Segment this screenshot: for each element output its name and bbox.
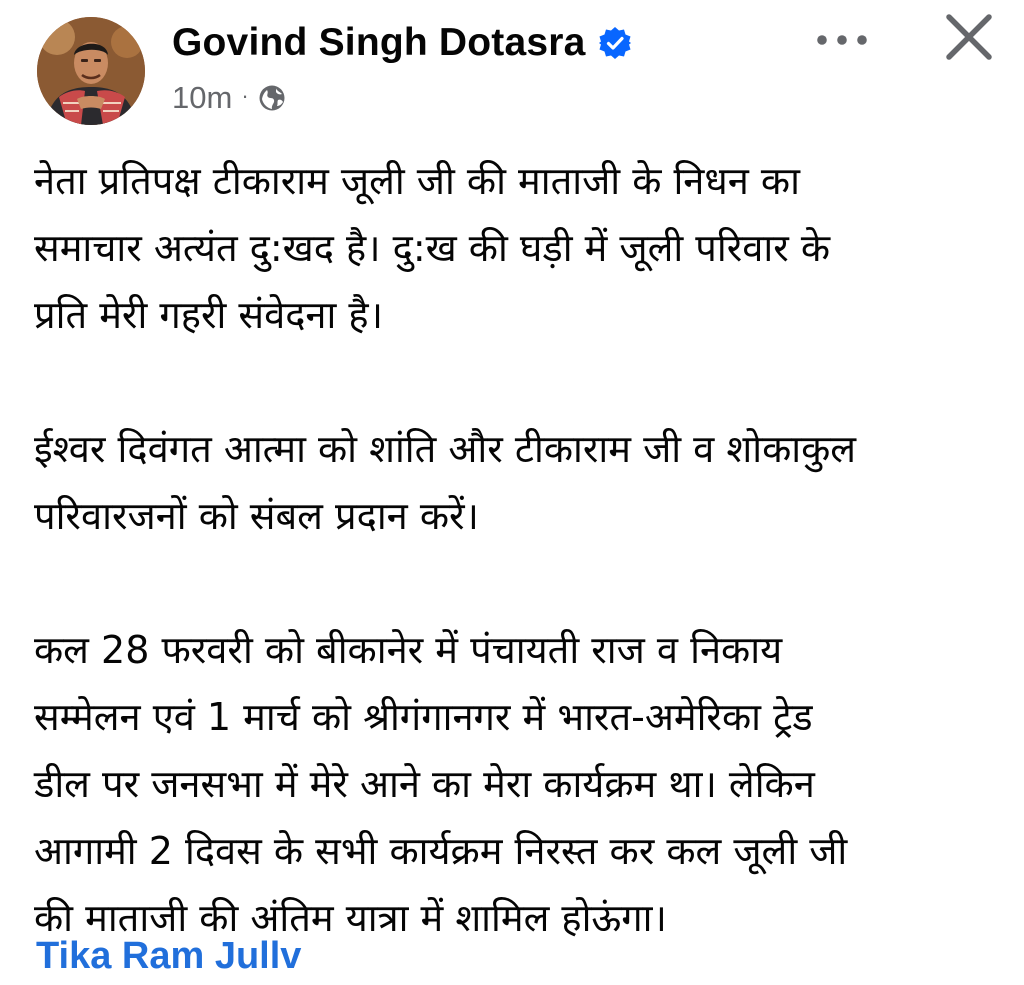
close-icon (946, 14, 992, 60)
post-paragraph: ईश्वर दिवंगत आत्मा को शांति और टीकाराम ज… (34, 427, 857, 538)
author-row: Govind Singh Dotasra (172, 18, 632, 68)
post-paragraph: कल 28 फरवरी को बीकानेर में पंचायती राज व… (34, 628, 848, 940)
mention-link[interactable]: Tika Ram Jullv (36, 935, 301, 978)
verified-badge-icon (598, 26, 632, 60)
post-card: Govind Singh Dotasra 10m · नेता प्रतिपक्… (0, 0, 1024, 985)
more-options-button[interactable] (810, 20, 874, 60)
author-avatar[interactable] (37, 17, 145, 125)
author-name[interactable]: Govind Singh Dotasra (172, 21, 586, 65)
globe-icon[interactable] (258, 84, 286, 112)
meta-separator: · (241, 83, 249, 108)
post-paragraph: नेता प्रतिपक्ष टीकाराम जूली जी की माताजी… (34, 159, 831, 337)
more-options-icon (817, 35, 867, 45)
post-timestamp[interactable]: 10m (172, 80, 232, 116)
post-header: Govind Singh Dotasra 10m · (0, 0, 1024, 140)
close-button[interactable] (940, 8, 998, 66)
post-meta: 10m · (172, 78, 286, 118)
avatar-portrait-icon (37, 17, 145, 125)
post-text: नेता प्रतिपक्ष टीकाराम जूली जी की माताजी… (34, 148, 994, 952)
